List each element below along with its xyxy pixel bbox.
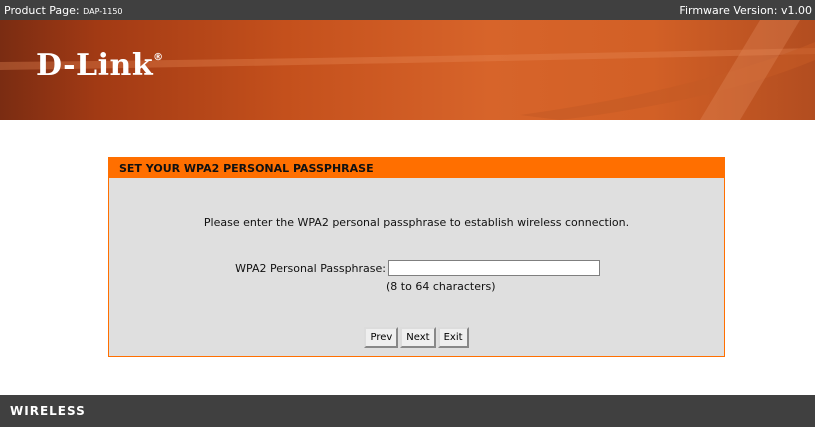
wizard-instructions: Please enter the WPA2 personal passphras… (203, 216, 630, 229)
prev-button[interactable]: Prev (364, 327, 399, 348)
dlink-logo: D-Link® (36, 48, 164, 83)
footer-bar: WIRELESS (0, 395, 815, 427)
wizard-buttons: Prev Next Exit (109, 327, 724, 348)
header-banner: D-Link® (0, 20, 815, 120)
wizard-title: SET YOUR WPA2 PERSONAL PASSPHRASE (109, 158, 724, 178)
wireless-label: WIRELESS (10, 404, 86, 418)
passphrase-wizard-panel: SET YOUR WPA2 PERSONAL PASSPHRASE Please… (108, 157, 725, 357)
passphrase-label: WPA2 Personal Passphrase: (235, 262, 386, 275)
next-button[interactable]: Next (400, 327, 436, 348)
registered-mark: ® (153, 52, 164, 63)
passphrase-hint: (8 to 64 characters) (386, 280, 496, 293)
product-model: DAP-1150 (83, 7, 123, 16)
product-page-label: Product Page: DAP-1150 (4, 4, 123, 17)
exit-button[interactable]: Exit (437, 327, 469, 348)
product-page-prefix: Product Page: (4, 4, 84, 17)
firmware-version: Firmware Version: v1.00 (679, 4, 812, 17)
passphrase-input[interactable] (388, 260, 600, 276)
logo-text: D-Link (36, 48, 154, 83)
top-bar: Product Page: DAP-1150 Firmware Version:… (0, 0, 815, 20)
